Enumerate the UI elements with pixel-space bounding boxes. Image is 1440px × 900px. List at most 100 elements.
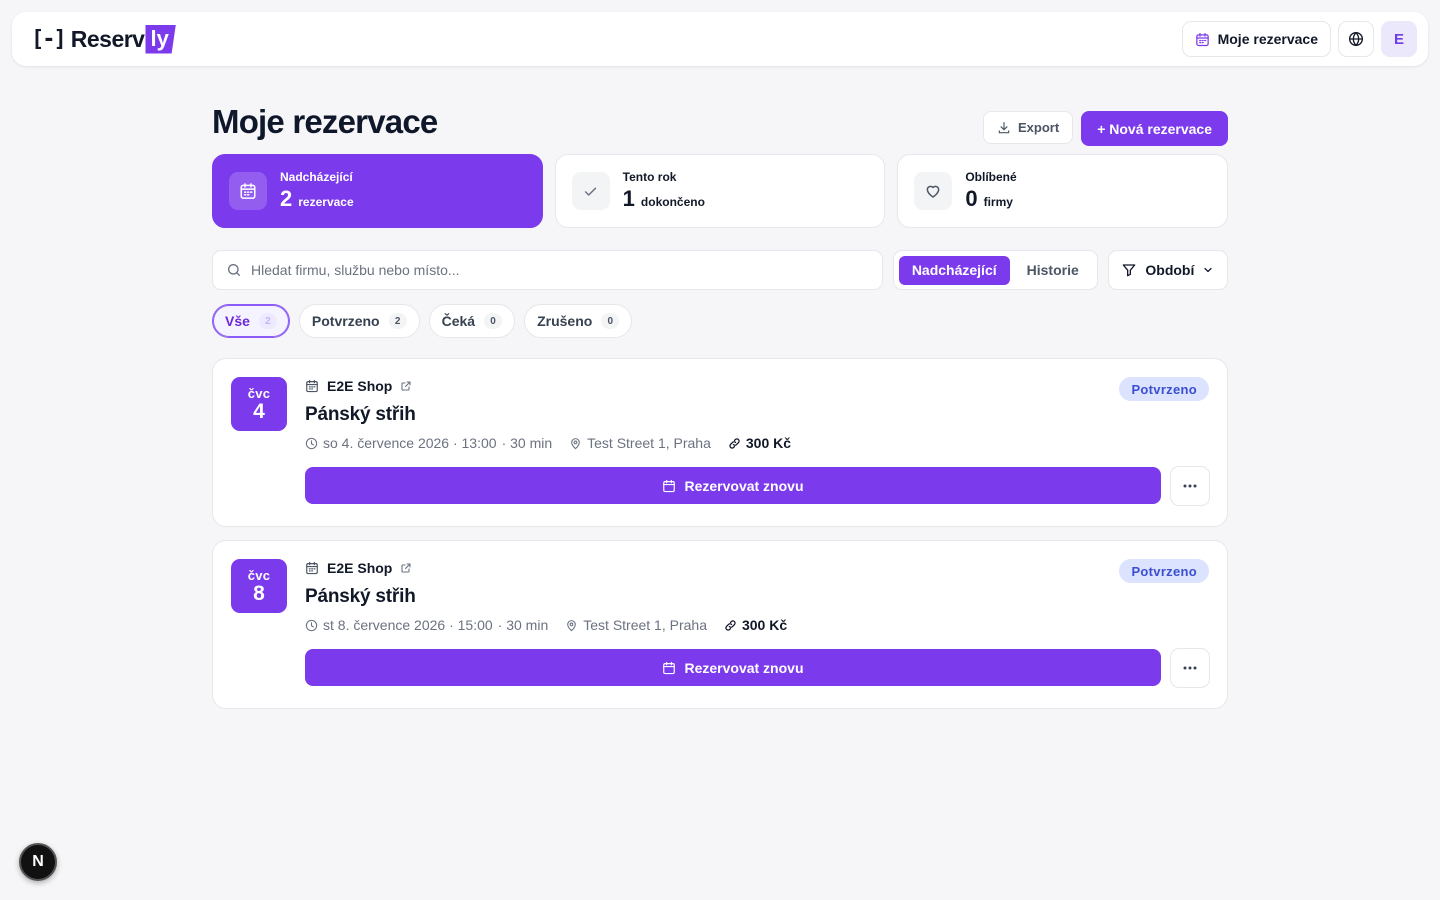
title-actions: Export + Nová rezervace [983, 111, 1228, 146]
language-button[interactable] [1338, 21, 1374, 57]
reservation-price: 300 Kč [745, 435, 792, 451]
reservation-datetime: st 8. července 2026 · 15:00 [323, 617, 493, 633]
top-navbar: [-] Reserv ly Moje rezervace E [12, 12, 1428, 66]
time-tabs: Nadcházející Historie [892, 250, 1098, 290]
date-month: čvc [247, 567, 271, 583]
logo[interactable]: [-] Reserv ly [31, 24, 176, 54]
price-tag-icon [728, 437, 741, 450]
chip-count: 0 [601, 313, 620, 329]
calendar-icon [662, 479, 676, 493]
check-icon [571, 172, 610, 210]
logo-mark: [-] [31, 26, 67, 52]
service-name: Pánský střih [305, 586, 416, 607]
clock-icon [305, 619, 318, 632]
map-pin-icon [569, 437, 582, 450]
date-badge: čvc 4 [231, 377, 287, 431]
card-body: E2E Shop Pánský střih st 8. července 202… [305, 559, 1210, 708]
reservation-card[interactable]: čvc 4 E2E Shop Pánský střih so 4. červen… [212, 358, 1228, 527]
stat-value: 0 [965, 186, 978, 211]
card-actions: Rezervovat znovu [305, 466, 1210, 506]
status-badge: Potvrzeno [1119, 559, 1209, 583]
date-badge: čvc 8 [231, 559, 287, 613]
card-actions: Rezervovat znovu [305, 648, 1210, 688]
calendar-icon [305, 561, 319, 575]
reservation-duration: · 30 min [497, 617, 549, 633]
download-icon [997, 121, 1011, 135]
tab-history[interactable]: Historie [1014, 256, 1092, 285]
reservation-location: Test Street 1, Praha [583, 617, 707, 633]
more-options-button[interactable] [1170, 648, 1210, 688]
stat-unit: dokončeno [640, 195, 705, 209]
filter-icon [1121, 262, 1137, 278]
calendar-icon [662, 661, 676, 675]
period-dropdown[interactable]: Období [1107, 250, 1228, 290]
main-content: Moje rezervace Export + Nová rezervace N… [212, 100, 1229, 709]
reservation-datetime: so 4. července 2026 · 13:00 [323, 435, 497, 451]
reservation-location: Test Street 1, Praha [587, 435, 711, 451]
chip-all[interactable]: Vše 2 [212, 304, 290, 338]
more-options-button[interactable] [1170, 466, 1210, 506]
chip-label: Vše [225, 313, 250, 329]
chip-label: Zrušeno [537, 313, 593, 329]
calendar-icon [305, 379, 319, 393]
shop-name: E2E Shop [327, 560, 393, 576]
period-label: Období [1145, 262, 1195, 278]
export-button[interactable]: Export [983, 111, 1074, 144]
my-reservations-label: Moje rezervace [1217, 31, 1318, 47]
top-actions: Moje rezervace E [1181, 21, 1417, 57]
search-input[interactable] [251, 262, 869, 278]
date-day: 8 [253, 581, 265, 605]
stat-value: 1 [622, 186, 635, 211]
service-name: Pánský střih [305, 404, 416, 425]
external-link-icon[interactable] [400, 380, 412, 392]
rebook-button[interactable]: Rezervovat znovu [305, 649, 1161, 686]
rebook-button[interactable]: Rezervovat znovu [305, 467, 1161, 504]
stat-value: 2 [280, 186, 293, 211]
search-box [212, 250, 883, 290]
stat-unit: firmy [983, 195, 1013, 209]
filter-bar: Nadcházející Historie Období [212, 250, 1228, 290]
price-tag-icon [724, 619, 737, 632]
reservation-meta: so 4. července 2026 · 13:00 · 30 min Tes… [305, 435, 1210, 451]
chip-label: Čeká [441, 313, 476, 329]
chip-confirmed[interactable]: Potvrzeno 2 [298, 304, 420, 338]
chip-cancelled[interactable]: Zrušeno 0 [524, 304, 633, 338]
date-month: čvc [247, 385, 271, 401]
shop-name: E2E Shop [327, 378, 393, 394]
reservation-card[interactable]: čvc 8 E2E Shop Pánský střih st 8. červen… [212, 540, 1228, 709]
external-link-icon[interactable] [400, 562, 412, 574]
date-day: 4 [253, 399, 265, 423]
rebook-label: Rezervovat znovu [684, 659, 804, 676]
reservation-price: 300 Kč [741, 617, 788, 633]
my-reservations-button[interactable]: Moje rezervace [1181, 21, 1331, 57]
chip-count: 0 [484, 313, 503, 329]
heart-icon [914, 172, 953, 210]
chevron-down-icon [1202, 264, 1214, 276]
stat-favorites[interactable]: Oblíbené 0 firmy [897, 154, 1229, 228]
shop-row: E2E Shop [305, 377, 1210, 395]
map-pin-icon [565, 619, 578, 632]
more-horizontal-icon [1183, 666, 1197, 670]
chip-label: Potvrzeno [311, 313, 380, 329]
user-avatar[interactable]: E [1381, 21, 1417, 57]
page-title: Moje rezervace [212, 103, 438, 140]
chip-pending[interactable]: Čeká 0 [428, 304, 516, 338]
shop-row: E2E Shop [305, 559, 1210, 577]
status-badge: Potvrzeno [1119, 377, 1209, 401]
stat-label: Tento rok [622, 170, 677, 184]
dev-tools-badge[interactable]: N [19, 843, 57, 881]
reservation-meta: st 8. července 2026 · 15:00 · 30 min Tes… [305, 617, 1210, 633]
chip-count: 2 [388, 313, 407, 329]
tab-upcoming[interactable]: Nadcházející [898, 255, 1010, 285]
globe-icon [1348, 31, 1364, 47]
new-reservation-button[interactable]: + Nová rezervace [1081, 111, 1228, 146]
stat-this-year[interactable]: Tento rok 1 dokončeno [554, 154, 886, 228]
clock-icon [305, 437, 318, 450]
rebook-label: Rezervovat znovu [684, 477, 804, 494]
calendar-icon [1195, 32, 1210, 47]
stat-label: Nadcházející [280, 170, 353, 184]
search-icon [226, 262, 242, 278]
stat-upcoming[interactable]: Nadcházející 2 rezervace [212, 154, 543, 228]
stat-label: Oblíbené [965, 170, 1017, 184]
card-body: E2E Shop Pánský střih so 4. července 202… [305, 377, 1210, 526]
